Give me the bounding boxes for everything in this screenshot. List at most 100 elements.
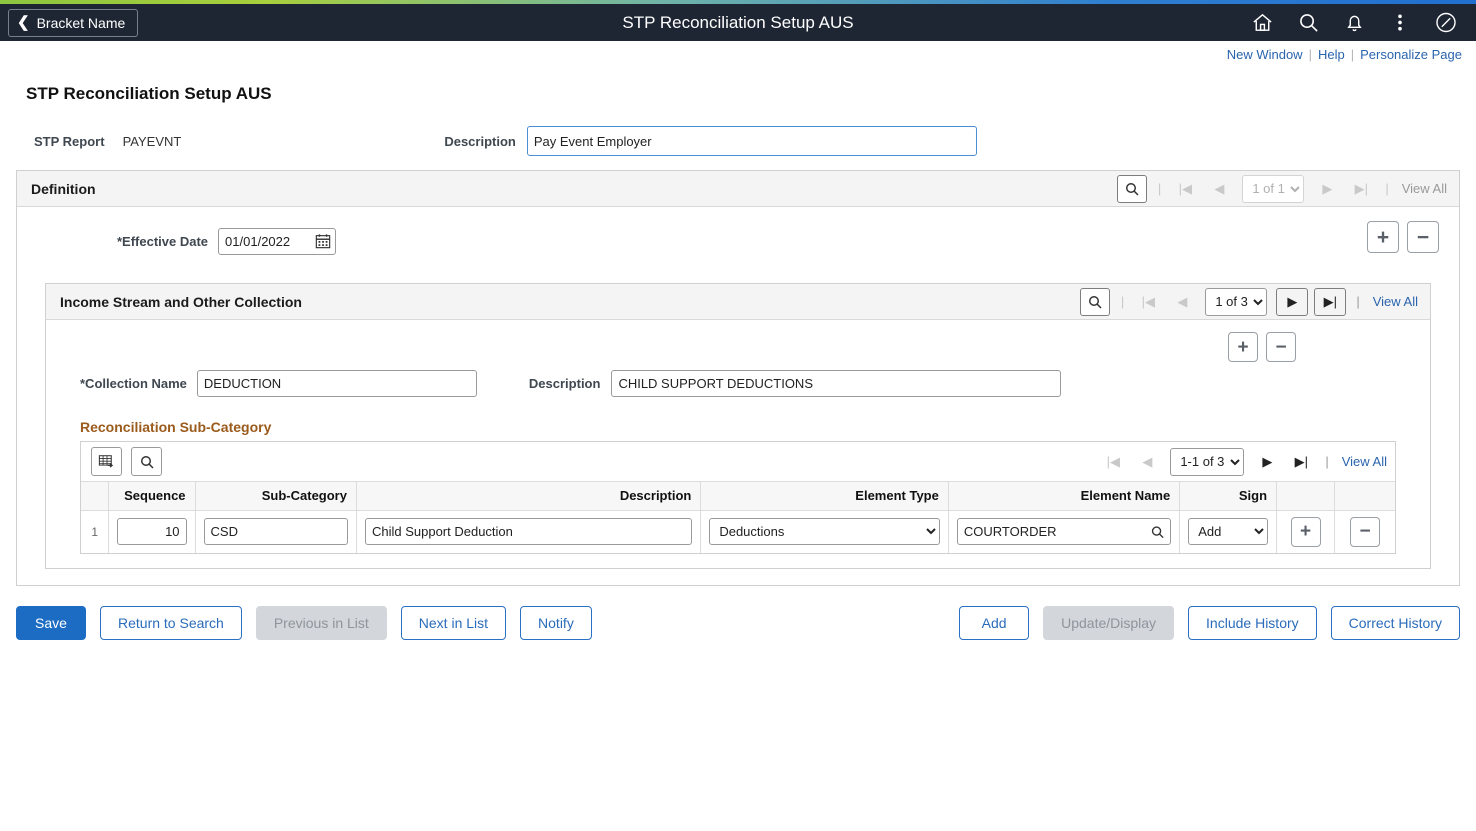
notify-button[interactable]: Notify [520, 606, 592, 640]
sub-category-input[interactable] [204, 518, 348, 545]
cell-sign: Add [1180, 510, 1277, 553]
definition-prev-button[interactable]: ◀ [1205, 176, 1233, 202]
row-description-input[interactable] [365, 518, 692, 545]
include-history-button[interactable]: Include History [1188, 606, 1317, 640]
table-row: 1 [81, 510, 1395, 553]
definition-next-button[interactable]: ▶ [1313, 176, 1341, 202]
save-button[interactable]: Save [16, 606, 86, 640]
definition-title: Definition [31, 181, 96, 197]
notifications-bell-icon[interactable] [1342, 11, 1366, 35]
definition-add-row-button[interactable]: + [1367, 221, 1399, 253]
collection-name-label: *Collection Name [80, 376, 187, 391]
home-icon[interactable] [1250, 11, 1274, 35]
column-header-element-type: Element Type [701, 482, 949, 510]
stp-report-label: STP Report [34, 134, 105, 149]
subcategory-first-button[interactable]: |◀ [1099, 449, 1127, 475]
new-window-link[interactable]: New Window [1221, 47, 1309, 62]
update-display-button[interactable]: Update/Display [1043, 606, 1174, 640]
calendar-icon[interactable] [315, 233, 331, 249]
stp-report-value: PAYEVNT [123, 134, 182, 149]
return-to-search-button[interactable]: Return to Search [100, 606, 242, 640]
search-icon[interactable] [1296, 11, 1320, 35]
subcategory-grid-toolbar: |◀ ◀ 1-1 of 3 ▶ ▶| | View All [81, 442, 1395, 482]
collection-description-input[interactable] [611, 370, 1061, 397]
income-stream-prev-button[interactable]: ◀ [1168, 289, 1196, 315]
income-stream-first-button[interactable]: |◀ [1134, 289, 1162, 315]
collection-add-row-button[interactable]: + [1228, 332, 1258, 362]
app-header: ❮ Bracket Name STP Reconciliation Setup … [0, 4, 1476, 41]
subcategory-prev-button[interactable]: ◀ [1133, 449, 1161, 475]
income-stream-group-header: Income Stream and Other Collection | |◀ … [46, 284, 1430, 320]
personalize-page-link[interactable]: Personalize Page [1354, 47, 1468, 62]
page-title: STP Reconciliation Setup AUS [26, 84, 1468, 104]
income-stream-group-body: + − *Collection Name Description Reconci… [46, 320, 1430, 568]
table-header-row: Sequence Sub-Category Description Elemen… [81, 482, 1395, 510]
description-input[interactable] [527, 126, 977, 156]
footer-button-bar: Save Return to Search Previous in List N… [16, 606, 1460, 640]
definition-page-select[interactable]: 1 of 1 [1242, 175, 1304, 203]
rownum-header [81, 482, 109, 510]
help-link[interactable]: Help [1312, 47, 1351, 62]
column-header-sign: Sign [1180, 482, 1277, 510]
collection-description-label: Description [529, 376, 601, 391]
row-add-button[interactable]: + [1291, 517, 1321, 547]
cell-element-type: Deductions [701, 510, 949, 553]
collection-name-input[interactable] [197, 370, 477, 397]
definition-view-all-link[interactable]: View All [1396, 181, 1447, 196]
element-name-input[interactable] [957, 518, 1171, 545]
column-header-delete [1335, 482, 1395, 510]
cell-delete: − [1335, 510, 1395, 553]
actions-menu-icon[interactable] [1388, 11, 1412, 35]
column-header-element-name: Element Name [948, 482, 1179, 510]
cell-element-name [948, 510, 1179, 553]
definition-search-button[interactable] [1117, 175, 1147, 203]
effective-date-label: *Effective Date [117, 234, 208, 249]
column-header-sequence: Sequence [109, 482, 195, 510]
sequence-input[interactable] [117, 518, 186, 545]
column-header-add [1277, 482, 1335, 510]
income-stream-title: Income Stream and Other Collection [60, 294, 302, 310]
income-stream-nav-pipe-1: | [1114, 294, 1131, 309]
element-type-select[interactable]: Deductions [709, 518, 940, 545]
subcategory-table: Sequence Sub-Category Description Elemen… [81, 482, 1395, 553]
next-in-list-button[interactable]: Next in List [401, 606, 506, 640]
subcategory-next-button[interactable]: ▶ [1253, 449, 1281, 475]
definition-delete-row-button[interactable]: − [1407, 221, 1439, 253]
grid-download-icon[interactable] [91, 447, 122, 476]
back-button[interactable]: ❮ Bracket Name [8, 9, 138, 37]
definition-group-body: *Effective Date [17, 207, 1459, 585]
sign-select[interactable]: Add [1188, 518, 1268, 545]
income-stream-page-select[interactable]: 1 of 3 [1205, 288, 1267, 316]
header-icon-group [1250, 11, 1476, 35]
income-stream-group: Income Stream and Other Collection | |◀ … [45, 283, 1431, 569]
navbar-icon[interactable] [1434, 11, 1458, 35]
add-button[interactable]: Add [959, 606, 1029, 640]
cell-sequence [109, 510, 195, 553]
income-stream-view-all-link[interactable]: View All [1367, 294, 1418, 309]
utility-links: New Window | Help | Personalize Page [0, 41, 1476, 68]
previous-in-list-button[interactable]: Previous in List [256, 606, 387, 640]
grid-find-icon[interactable] [131, 447, 162, 476]
income-stream-last-button[interactable]: ▶| [1314, 288, 1346, 316]
row-number: 1 [81, 510, 109, 553]
column-header-sub-category: Sub-Category [195, 482, 356, 510]
lookup-search-icon[interactable] [1150, 524, 1165, 539]
subcategory-page-select[interactable]: 1-1 of 3 [1170, 448, 1244, 476]
definition-group: Definition | |◀ ◀ 1 of 1 ▶ ▶| | View All [16, 170, 1460, 586]
cell-add: + [1277, 510, 1335, 553]
chevron-left-icon: ❮ [17, 15, 30, 30]
definition-nav-pipe-1: | [1151, 181, 1168, 196]
income-stream-search-button[interactable] [1080, 288, 1110, 316]
row-delete-button[interactable]: − [1350, 517, 1380, 547]
subcategory-nav-pipe: | [1318, 454, 1335, 469]
subcategory-title: Reconciliation Sub-Category [80, 419, 1416, 435]
subcategory-last-button[interactable]: ▶| [1287, 449, 1315, 475]
correct-history-button[interactable]: Correct History [1331, 606, 1460, 640]
definition-last-button[interactable]: ▶| [1347, 176, 1375, 202]
definition-first-button[interactable]: |◀ [1171, 176, 1199, 202]
description-label: Description [444, 134, 516, 149]
income-stream-next-button[interactable]: ▶ [1276, 288, 1308, 316]
subcategory-view-all-link[interactable]: View All [1336, 454, 1387, 469]
collection-delete-row-button[interactable]: − [1266, 332, 1296, 362]
collection-fields-row: *Collection Name Description [60, 370, 1416, 397]
